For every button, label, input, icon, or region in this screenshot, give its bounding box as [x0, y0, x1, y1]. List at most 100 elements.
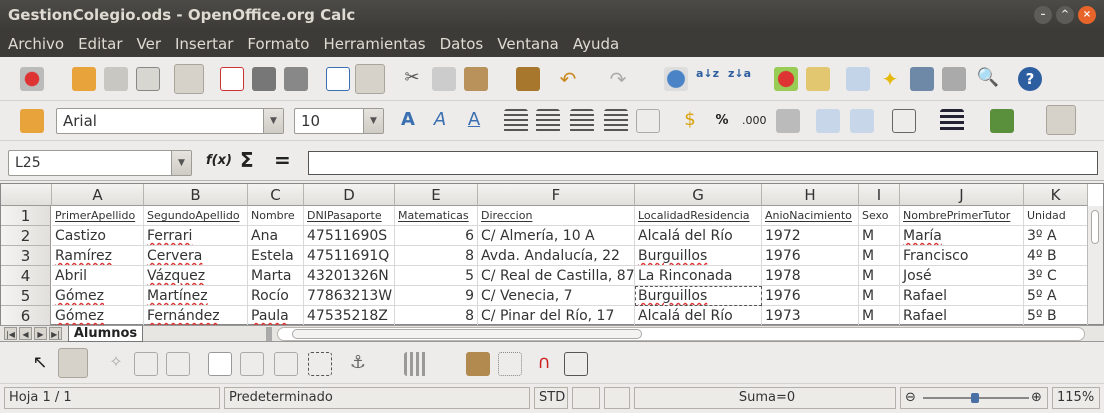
redo-icon[interactable]: ↷ [606, 67, 630, 91]
table-header-cell[interactable]: Unidad [1024, 206, 1088, 226]
scrollbar-thumb[interactable] [1091, 210, 1099, 244]
autospellcheck-icon[interactable] [355, 64, 385, 94]
column-header-b[interactable]: B [144, 184, 248, 206]
menu-archivo[interactable]: Archivo [8, 35, 64, 53]
column-header-a[interactable]: A [52, 184, 144, 206]
font-size-combo[interactable]: 10 ▼ [294, 108, 384, 134]
underline-icon[interactable]: A [462, 109, 486, 133]
table-cell[interactable]: Rafael [900, 286, 1024, 306]
horizontal-scrollbar[interactable] [277, 327, 1085, 341]
table-cell[interactable]: C/ Venecia, 7 [478, 286, 635, 306]
menu-datos[interactable]: Datos [440, 35, 484, 53]
last-sheet-icon[interactable]: ▶| [49, 327, 62, 340]
formula-input[interactable] [308, 151, 1098, 175]
table-cell[interactable]: C/ Real de Castilla, 87 [478, 266, 635, 286]
borders-icon[interactable] [892, 109, 916, 133]
anchor-icon[interactable]: ⚓ [346, 352, 370, 376]
table-cell[interactable]: Francisco [900, 246, 1024, 266]
percent-format-icon[interactable]: % [710, 109, 734, 133]
selection-mode[interactable]: STD [534, 387, 568, 409]
table-cell[interactable]: M [859, 246, 900, 266]
scrollbar-thumb[interactable] [292, 329, 642, 339]
increase-indent-icon[interactable] [850, 109, 874, 133]
export-pdf-icon[interactable] [220, 67, 244, 91]
first-sheet-icon[interactable]: |◀ [4, 327, 17, 340]
table-cell[interactable]: 47511690S [304, 226, 395, 246]
menu-insertar[interactable]: Insertar [175, 35, 233, 53]
copied-cell[interactable]: Burguillos [635, 286, 762, 306]
background-color-icon[interactable] [990, 109, 1014, 133]
grid-display-icon[interactable] [498, 352, 522, 376]
row-header-3[interactable]: 3 [1, 246, 51, 266]
table-cell[interactable]: C/ Almería, 10 A [478, 226, 635, 246]
align-right-icon[interactable] [570, 109, 594, 133]
clone-format-icon[interactable] [516, 67, 540, 91]
table-cell[interactable]: 8 [395, 306, 478, 326]
tab-splitter-handle[interactable] [266, 327, 272, 341]
line-style-icon[interactable] [940, 109, 964, 133]
table-cell[interactable]: 43201326N [304, 266, 395, 286]
paste-icon[interactable] [464, 67, 488, 91]
table-cell[interactable]: Burguillos [635, 246, 762, 266]
currency-format-icon[interactable]: $ [678, 109, 702, 133]
text-box-icon[interactable] [274, 352, 298, 376]
table-cell[interactable]: 1972 [762, 226, 859, 246]
table-cell[interactable]: Marta [248, 266, 304, 286]
table-cell[interactable]: 77863213W [304, 286, 395, 306]
styles-formatting-icon[interactable] [20, 109, 44, 133]
table-cell[interactable]: M [859, 286, 900, 306]
table-cell[interactable]: María [900, 226, 1024, 246]
column-header-f[interactable]: F [478, 184, 635, 206]
next-sheet-icon[interactable]: ▶ [34, 327, 47, 340]
table-cell[interactable]: 3º C [1024, 266, 1088, 286]
undo-icon[interactable]: ↶ [556, 67, 580, 91]
table-cell[interactable]: C/ Pinar del Río, 17 [478, 306, 635, 326]
table-cell[interactable]: La Rinconada [635, 266, 762, 286]
row-header-5[interactable]: 5 [1, 286, 51, 306]
menu-ver[interactable]: Ver [137, 35, 162, 53]
table-cell[interactable]: 5º A [1024, 286, 1088, 306]
table-cell[interactable]: Vázquez [144, 266, 248, 286]
menu-ventana[interactable]: Ventana [497, 35, 559, 53]
table-cell[interactable]: Ferrari [144, 226, 248, 246]
table-cell[interactable]: Cervera [144, 246, 248, 266]
table-cell[interactable]: Gómez [52, 306, 144, 326]
snap-magnet-icon[interactable]: ∩ [532, 352, 556, 376]
form-design-mode-icon[interactable] [58, 348, 88, 378]
column-header-i[interactable]: I [859, 184, 900, 206]
table-cell[interactable]: 1976 [762, 246, 859, 266]
menu-herramientas[interactable]: Herramientas [323, 35, 425, 53]
save-icon[interactable] [104, 67, 128, 91]
table-header-cell[interactable]: Direccion [478, 206, 635, 226]
group-box-icon[interactable] [308, 352, 332, 376]
table-cell[interactable]: Castizo [52, 226, 144, 246]
chevron-down-icon[interactable]: ▼ [263, 109, 283, 133]
table-header-cell[interactable]: Matematicas [395, 206, 478, 226]
table-cell[interactable]: Avda. Andalucía, 22 [478, 246, 635, 266]
select-all-corner[interactable] [1, 184, 52, 206]
column-header-g[interactable]: G [635, 184, 762, 206]
form-navigator-icon[interactable] [134, 352, 158, 376]
spellcheck-icon[interactable] [326, 67, 350, 91]
align-center-icon[interactable] [536, 109, 560, 133]
column-header-k[interactable]: K [1024, 184, 1088, 206]
table-header-cell[interactable]: SegundoApellido [144, 206, 248, 226]
menu-editar[interactable]: Editar [78, 35, 122, 53]
table-cell[interactable]: 6 [395, 226, 478, 246]
cut-icon[interactable]: ✂ [400, 67, 424, 91]
email-icon[interactable] [136, 67, 160, 91]
chevron-down-icon[interactable]: ▼ [363, 109, 383, 133]
menu-formato[interactable]: Formato [247, 35, 309, 53]
table-header-cell[interactable]: Nombre [248, 206, 304, 226]
table-cell[interactable]: M [859, 266, 900, 286]
sort-descending-icon[interactable]: z↓a [728, 67, 752, 91]
prev-sheet-icon[interactable]: ◀ [19, 327, 32, 340]
vertical-scrollbar[interactable] [1087, 206, 1103, 324]
edit-file-icon[interactable] [174, 64, 204, 94]
table-header-cell[interactable]: NombrePrimerTutor [900, 206, 1024, 226]
data-sources-icon[interactable] [910, 67, 934, 91]
table-cell[interactable]: 5º B [1024, 306, 1088, 326]
push-button-icon[interactable] [166, 352, 190, 376]
italic-icon[interactable]: A [428, 109, 452, 133]
row-header-1[interactable]: 1 [1, 206, 51, 226]
